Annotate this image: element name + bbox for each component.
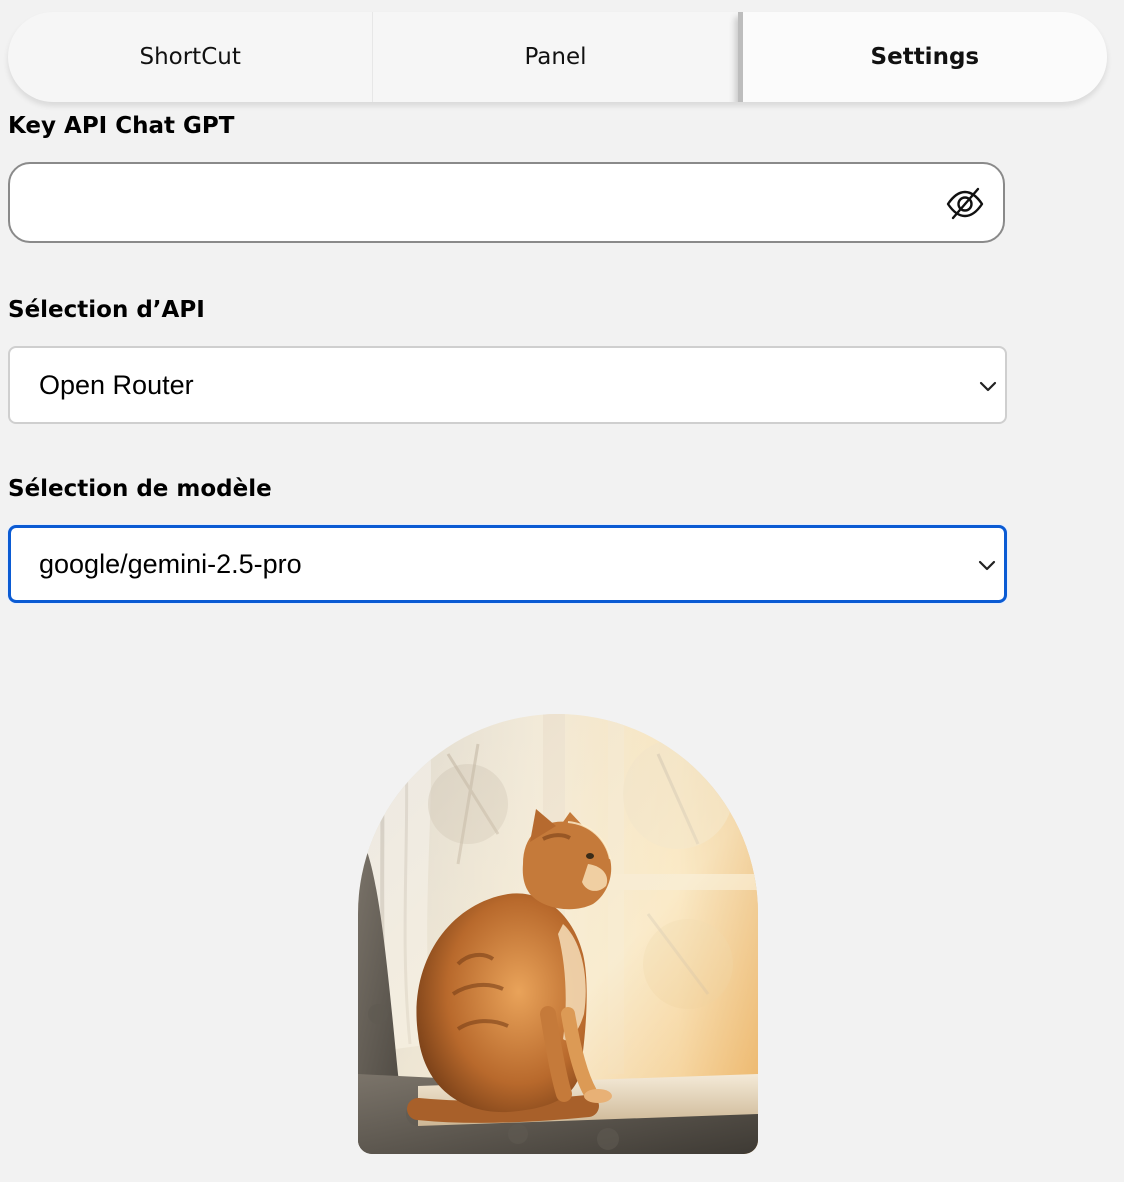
api-key-field xyxy=(8,162,1005,243)
tab-settings-label: Settings xyxy=(870,44,980,70)
tab-panel[interactable]: Panel xyxy=(372,12,737,102)
tab-shortcut-label: ShortCut xyxy=(139,44,241,70)
tab-settings[interactable]: Settings xyxy=(737,12,1107,102)
model-select-value: google/gemini-2.5-pro xyxy=(39,549,302,579)
tab-bar: ShortCut Panel Settings xyxy=(8,12,1107,102)
eye-slash-icon[interactable] xyxy=(945,184,985,224)
api-select[interactable]: Open Router xyxy=(8,346,1007,424)
api-key-input[interactable] xyxy=(30,164,934,243)
chevron-down-icon xyxy=(978,560,996,571)
api-key-label: Key API Chat GPT xyxy=(8,113,235,139)
chevron-down-icon xyxy=(979,381,997,392)
model-selection-label: Sélection de modèle xyxy=(8,476,272,502)
cat-by-window-image xyxy=(358,714,758,1154)
api-select-value: Open Router xyxy=(39,370,194,400)
tab-panel-label: Panel xyxy=(524,44,587,70)
model-select[interactable]: google/gemini-2.5-pro xyxy=(8,525,1007,603)
tab-shortcut[interactable]: ShortCut xyxy=(8,12,372,102)
api-selection-label: Sélection d’API xyxy=(8,297,205,323)
